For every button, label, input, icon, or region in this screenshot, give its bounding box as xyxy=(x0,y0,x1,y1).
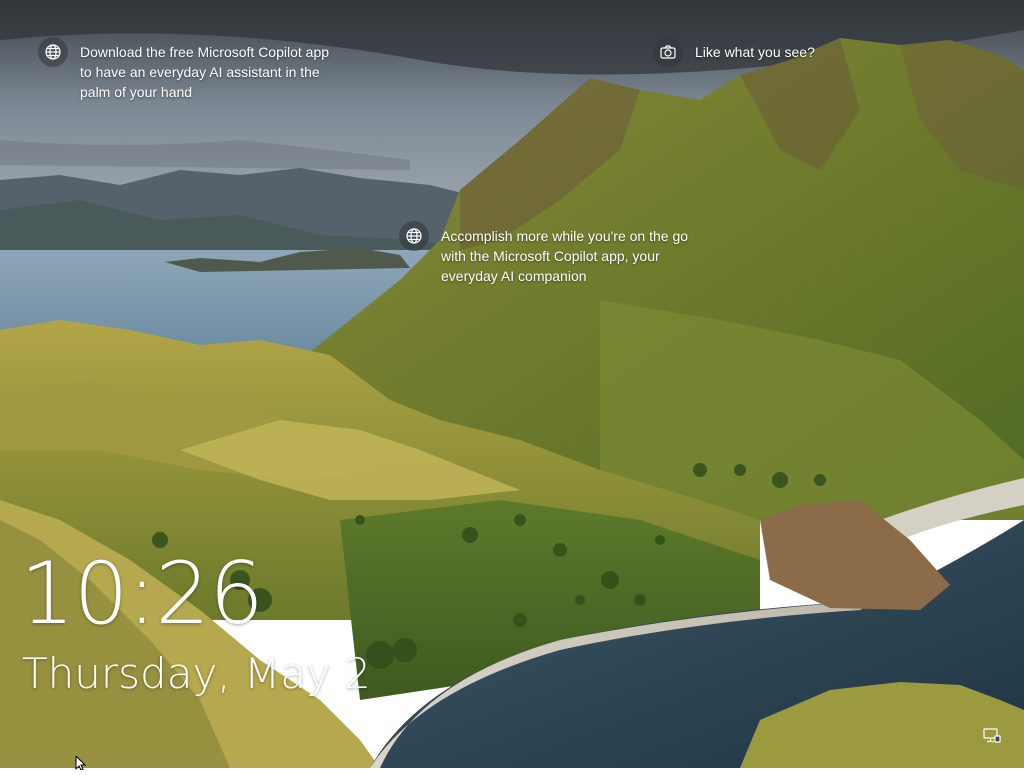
network-icon[interactable] xyxy=(982,726,1002,746)
spotlight-hotspot-copilot-download[interactable]: Download the free Microsoft Copilot app … xyxy=(38,37,368,102)
spotlight-hotspot-text: Accomplish more while you're on the go w… xyxy=(441,228,689,284)
camera-icon xyxy=(653,37,683,67)
globe-icon xyxy=(399,221,429,251)
globe-icon xyxy=(38,37,68,67)
spotlight-hotspot-text: Download the free Microsoft Copilot app … xyxy=(80,44,330,100)
spotlight-hotspot-text: Like what you see? xyxy=(695,44,815,60)
spotlight-like-what-you-see[interactable]: Like what you see? xyxy=(653,37,853,67)
lock-screen-date: Thursday, May 2 xyxy=(22,649,371,698)
spotlight-hotspot-copilot-go[interactable]: Accomplish more while you're on the go w… xyxy=(399,221,719,286)
lock-screen-time: 10:26 xyxy=(20,544,264,644)
